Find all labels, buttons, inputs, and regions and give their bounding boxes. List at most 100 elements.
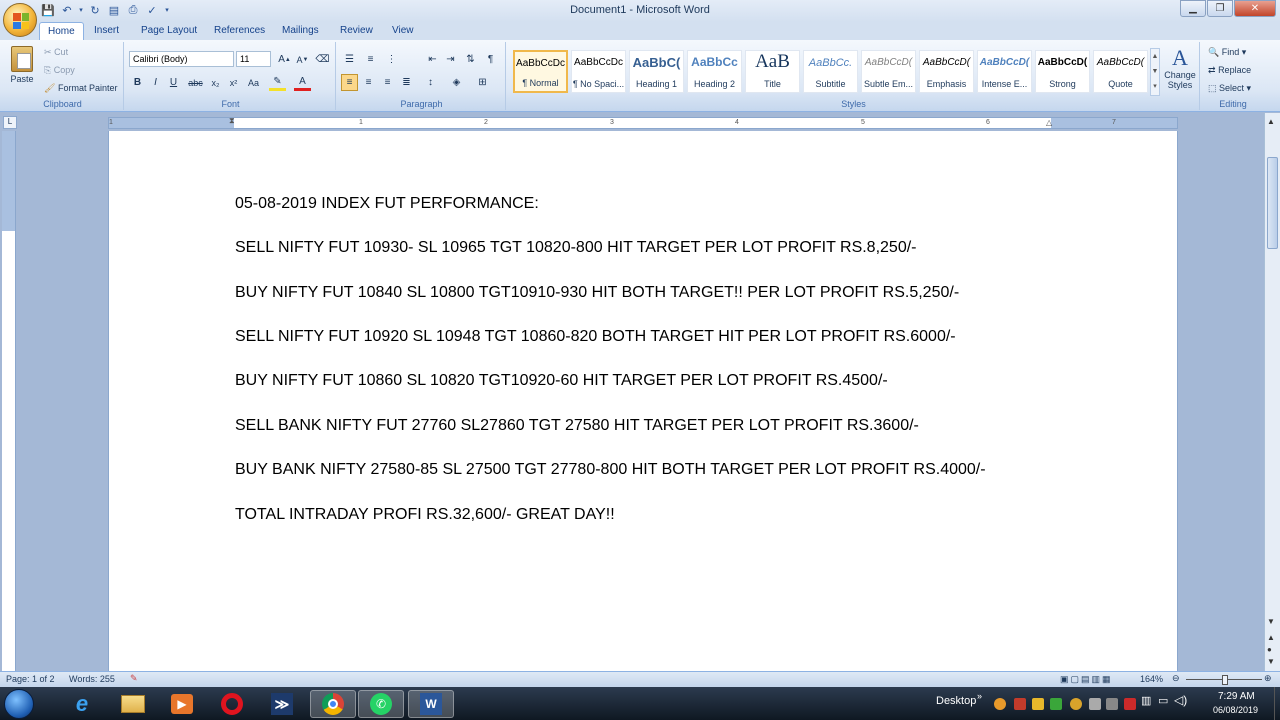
- minimize-button[interactable]: ▁: [1180, 0, 1206, 17]
- style-normal[interactable]: AaBbCcDc ¶ Normal: [513, 50, 568, 93]
- proofing-icon[interactable]: ✎: [130, 673, 138, 684]
- scroll-up-icon[interactable]: ▲: [1267, 117, 1275, 126]
- shrink-font-icon[interactable]: A ▼: [294, 51, 311, 68]
- tab-insert[interactable]: Insert: [94, 22, 119, 40]
- tray-tool-icon[interactable]: [1014, 698, 1026, 710]
- superscript-icon[interactable]: x²: [225, 74, 242, 91]
- network-icon[interactable]: ▥: [1141, 694, 1151, 707]
- horizontal-ruler[interactable]: ⧗ △ 1 1 2 3 4 5 6 7: [108, 116, 1178, 129]
- view-buttons[interactable]: ▣▢▤▥▦: [1060, 674, 1113, 685]
- file-explorer-icon[interactable]: [115, 690, 151, 718]
- style-quote[interactable]: AaBbCcD(Quote: [1093, 50, 1148, 93]
- show-formatting-marks-icon[interactable]: ¶: [482, 51, 499, 68]
- shading-icon[interactable]: ◈: [448, 74, 465, 91]
- tab-selector-icon[interactable]: L: [3, 116, 17, 129]
- format-painter-button[interactable]: 🖌 Format Painter: [44, 83, 117, 94]
- tray-app-icon[interactable]: [1050, 698, 1062, 710]
- scroll-thumb[interactable]: [1267, 157, 1278, 249]
- decrease-indent-icon[interactable]: ⇤: [424, 51, 441, 68]
- grow-font-icon[interactable]: A ▲: [276, 51, 293, 68]
- document-line[interactable]: TOTAL INTRADAY PROFI RS.32,600/- GREAT D…: [235, 506, 615, 524]
- tab-review[interactable]: Review: [340, 22, 373, 40]
- style-emphasis[interactable]: AaBbCcD(Emphasis: [919, 50, 974, 93]
- style-heading-1[interactable]: AaBbC(Heading 1: [629, 50, 684, 93]
- paste-button[interactable]: Paste: [8, 46, 36, 94]
- style-no-spacing[interactable]: AaBbCcDc ¶ No Spaci...: [571, 50, 626, 93]
- style-intense-emphasis[interactable]: AaBbCcD(Intense E...: [977, 50, 1032, 93]
- copy-button[interactable]: ⎘ Copy: [44, 65, 75, 76]
- change-styles-button[interactable]: A Change Styles: [1162, 46, 1198, 91]
- clock-date[interactable]: 06/08/2019: [1213, 705, 1258, 715]
- zoom-out-icon[interactable]: ⊖: [1172, 673, 1180, 684]
- style-strong[interactable]: AaBbCcD(Strong: [1035, 50, 1090, 93]
- style-subtitle[interactable]: AaBbCc. Subtitle: [803, 50, 858, 93]
- toolbar-expand-icon[interactable]: »: [977, 691, 982, 701]
- multilevel-list-icon[interactable]: ⋮: [383, 51, 400, 68]
- show-desktop-button[interactable]: [1274, 687, 1280, 720]
- zoom-slider-thumb[interactable]: [1222, 675, 1228, 685]
- previous-page-icon[interactable]: ▲: [1267, 633, 1275, 642]
- tray-app-icon[interactable]: [994, 698, 1006, 710]
- office-button[interactable]: [3, 3, 37, 37]
- borders-icon[interactable]: ⊞: [474, 74, 491, 91]
- tab-mailings[interactable]: Mailings: [282, 22, 319, 40]
- power-icon[interactable]: ▭: [1158, 694, 1168, 707]
- page-count[interactable]: Page: 1 of 2: [6, 674, 55, 684]
- remote-app-icon[interactable]: ≫: [264, 690, 300, 718]
- align-right-icon[interactable]: ≡: [379, 74, 396, 91]
- zoom-level[interactable]: 164%: [1140, 674, 1163, 684]
- document-page[interactable]: 05-08-2019 INDEX FUT PERFORMANCE: SELL N…: [108, 131, 1178, 671]
- find-button[interactable]: 🔍 Find ▾: [1208, 47, 1246, 58]
- tray-app-icon[interactable]: [1089, 698, 1101, 710]
- style-title[interactable]: AaB Title: [745, 50, 800, 93]
- styles-gallery-scroll[interactable]: ▲ ▼ ▾: [1150, 48, 1160, 96]
- sort-icon[interactable]: ⇅: [462, 51, 479, 68]
- strikethrough-icon[interactable]: abc: [187, 74, 204, 91]
- volume-icon[interactable]: ◁): [1174, 693, 1187, 707]
- vertical-ruler[interactable]: [2, 131, 16, 671]
- restore-button[interactable]: ❐: [1207, 0, 1233, 17]
- align-left-icon[interactable]: ≡: [341, 74, 358, 91]
- line-spacing-icon[interactable]: ↕: [422, 74, 439, 91]
- align-center-icon[interactable]: ≡: [360, 74, 377, 91]
- chrome-icon[interactable]: [310, 690, 356, 718]
- document-line[interactable]: SELL NIFTY FUT 10920 SL 10948 TGT 10860-…: [235, 328, 956, 346]
- document-line[interactable]: SELL NIFTY FUT 10930- SL 10965 TGT 10820…: [235, 239, 917, 257]
- start-button[interactable]: [4, 689, 34, 719]
- select-button[interactable]: ⬚ Select ▾: [1208, 83, 1251, 94]
- desktop-toolbar[interactable]: Desktop: [936, 695, 976, 707]
- left-indent-marker[interactable]: ⧗: [229, 116, 235, 126]
- subscript-icon[interactable]: x₂: [207, 74, 224, 91]
- tray-app-icon[interactable]: [1106, 698, 1118, 710]
- highlight-icon[interactable]: ✎: [269, 74, 286, 91]
- underline-icon[interactable]: U: [165, 74, 182, 91]
- font-size-select[interactable]: 11: [236, 51, 271, 67]
- tab-page-layout[interactable]: Page Layout: [141, 22, 197, 40]
- italic-icon[interactable]: I: [147, 74, 164, 91]
- close-button[interactable]: ✕: [1234, 0, 1276, 17]
- right-indent-marker[interactable]: △: [1046, 118, 1052, 127]
- document-line[interactable]: BUY NIFTY FUT 10860 SL 10820 TGT10920-60…: [235, 372, 888, 390]
- replace-button[interactable]: ⇄ Replace: [1208, 65, 1251, 76]
- whatsapp-icon[interactable]: ✆: [358, 690, 404, 718]
- word-icon[interactable]: W: [408, 690, 454, 718]
- vertical-scrollbar[interactable]: ▲ ▼ ▲ ● ▼: [1264, 113, 1280, 671]
- font-name-select[interactable]: Calibri (Body): [129, 51, 234, 67]
- opera-icon[interactable]: [214, 690, 250, 718]
- tab-references[interactable]: References: [214, 22, 265, 40]
- cut-button[interactable]: ✂ Cut: [44, 47, 68, 58]
- clock-time[interactable]: 7:29 AM: [1218, 691, 1255, 702]
- scroll-down-icon[interactable]: ▼: [1267, 617, 1275, 626]
- next-page-icon[interactable]: ▼: [1267, 657, 1275, 666]
- tray-tool-icon[interactable]: [1032, 698, 1044, 710]
- tab-home[interactable]: Home: [39, 22, 84, 40]
- style-heading-2[interactable]: AaBbCc Heading 2: [687, 50, 742, 93]
- tab-view[interactable]: View: [392, 22, 414, 40]
- change-case-icon[interactable]: Aa: [245, 74, 262, 91]
- clear-formatting-icon[interactable]: ⌫: [314, 51, 331, 68]
- bullets-icon[interactable]: ☰: [341, 51, 358, 68]
- tray-app-icon[interactable]: [1070, 698, 1082, 710]
- browse-object-icon[interactable]: ●: [1267, 645, 1272, 654]
- document-line[interactable]: 05-08-2019 INDEX FUT PERFORMANCE:: [235, 195, 539, 213]
- document-line[interactable]: BUY NIFTY FUT 10840 SL 10800 TGT10910-93…: [235, 284, 959, 302]
